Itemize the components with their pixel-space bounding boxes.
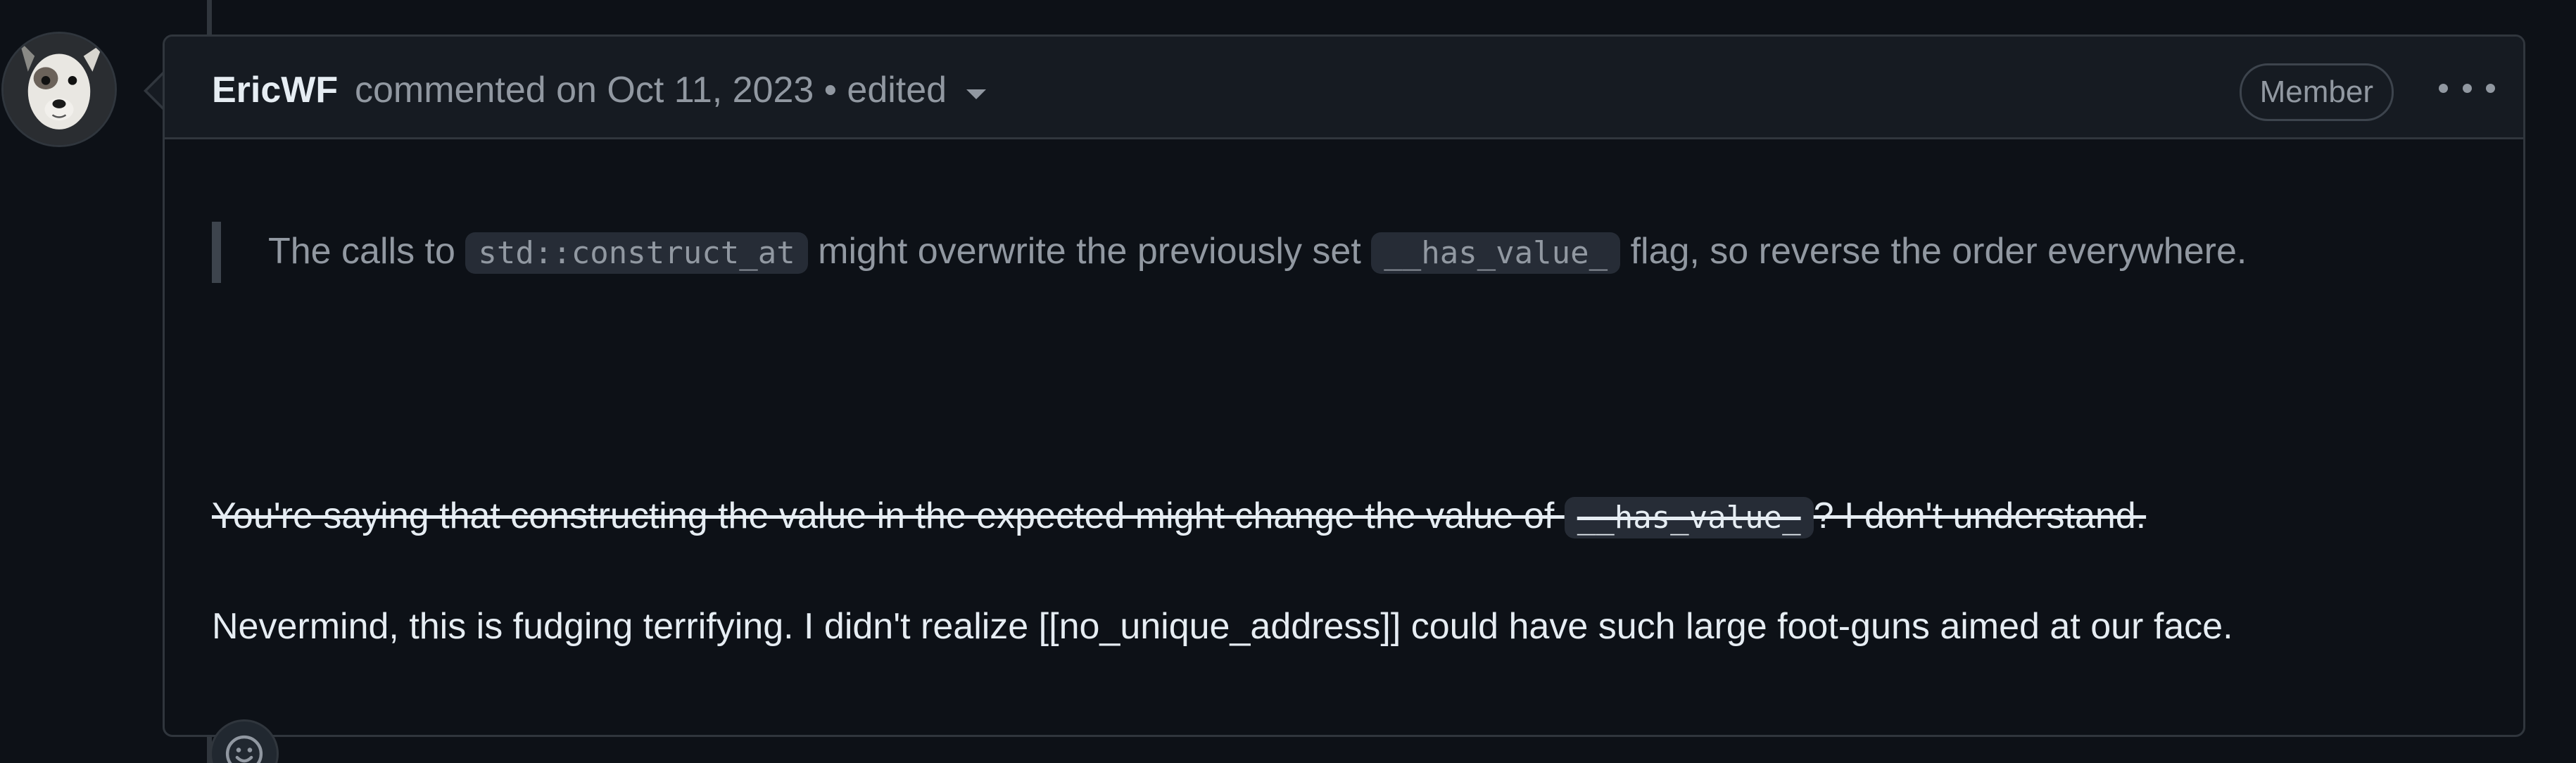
inline-code: std::construct_at	[465, 232, 808, 274]
comment-header: EricWF commented on Oct 11, 2023 • edite…	[165, 37, 2523, 139]
kebab-dot	[2462, 83, 2472, 93]
avatar-dog-image	[4, 34, 115, 145]
quote-block: The calls to std::construct_at might ove…	[212, 222, 2394, 283]
kebab-dot	[2439, 83, 2448, 93]
quote-text: flag, so reverse the order everywhere.	[1620, 231, 2247, 272]
kebab-dot	[2486, 83, 2495, 93]
issue-timeline: EricWF commented on Oct 11, 2023 • edite…	[0, 0, 2576, 763]
comment-meta-text[interactable]: commented on Oct 11, 2023 • edited	[355, 70, 947, 111]
kebab-horizontal-icon[interactable]	[2439, 70, 2495, 106]
triangle-down-icon[interactable]	[966, 89, 987, 100]
role-badge: Member	[2239, 63, 2394, 121]
comment-meta: commented on Oct 11, 2023 • edited	[355, 69, 987, 111]
quote-text: The calls to	[268, 231, 466, 272]
quote-text: might overwrite the previously set	[807, 231, 1372, 272]
avatar[interactable]	[1, 32, 117, 147]
inline-code: __has_value_	[1564, 497, 1814, 538]
struck-text: ? I don't understand.	[1813, 496, 2147, 536]
comment-box: EricWF commented on Oct 11, 2023 • edite…	[163, 34, 2525, 763]
add-reaction-button[interactable]	[210, 719, 279, 763]
struck-paragraph: You're saying that constructing the valu…	[212, 486, 2464, 548]
inline-code: __has_value_	[1371, 232, 1621, 274]
comment-author[interactable]: EricWF	[212, 69, 338, 111]
comment-paragraph: Nevermind, this is fudging terrifying. I…	[212, 606, 2233, 647]
struck-text: You're saying that constructing the valu…	[212, 496, 1565, 536]
smiley-icon	[225, 735, 263, 763]
